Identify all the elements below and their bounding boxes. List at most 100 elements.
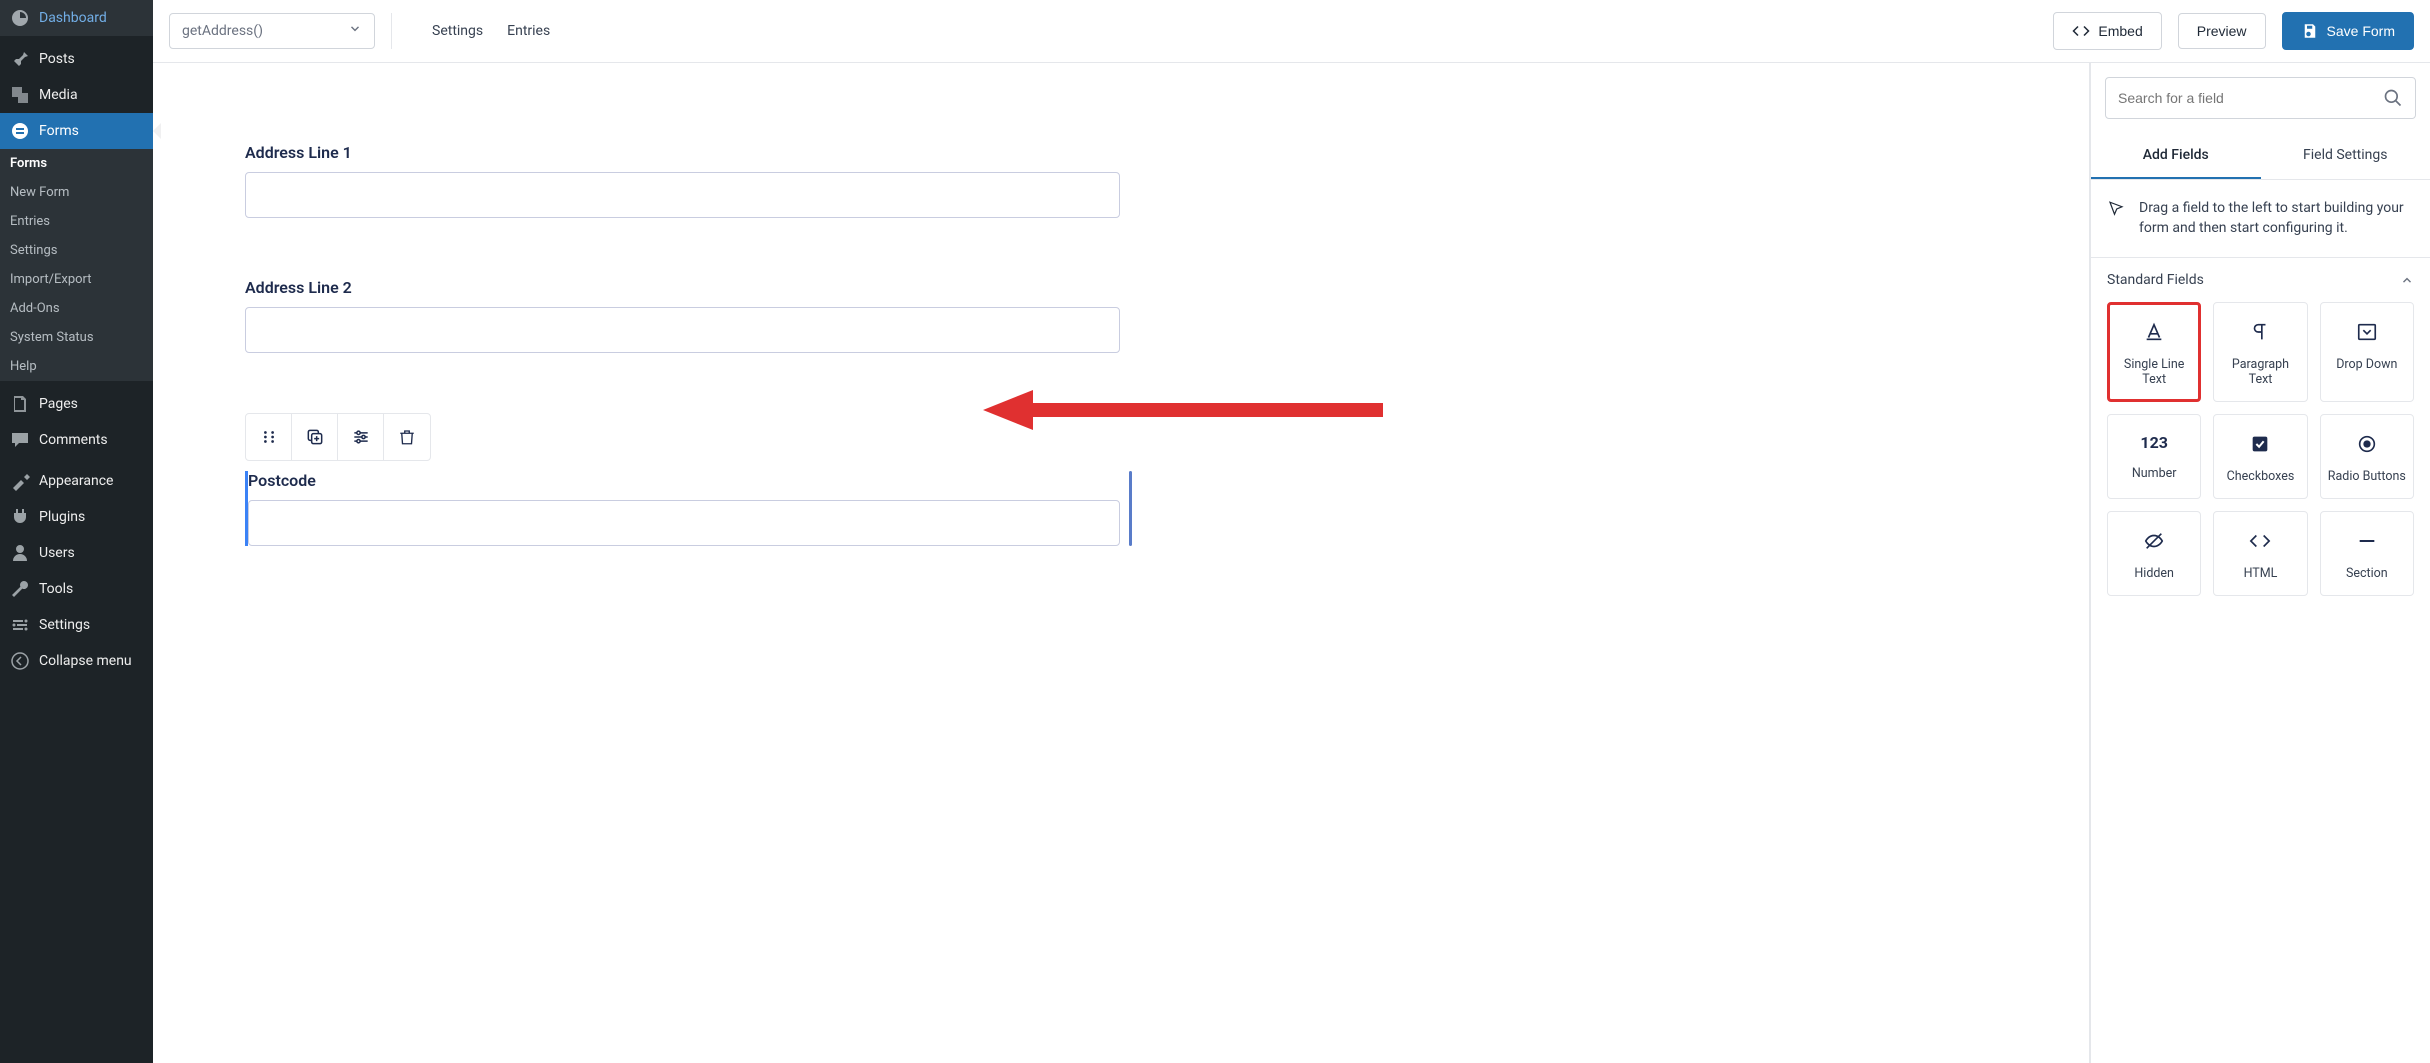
field-card-label: Paragraph Text bbox=[2220, 357, 2300, 387]
field-card-label: Single Line Text bbox=[2114, 357, 2194, 387]
field-type-section[interactable]: Section bbox=[2320, 511, 2414, 596]
code-icon bbox=[2072, 22, 2090, 40]
panel-hint-text: Drag a field to the left to start buildi… bbox=[2139, 198, 2414, 239]
sidebar-item-label: Appearance bbox=[39, 473, 113, 489]
field-toolbar bbox=[245, 413, 431, 461]
save-form-button[interactable]: Save Form bbox=[2282, 12, 2414, 50]
field-label: Postcode bbox=[248, 471, 1120, 490]
wp-admin-sidebar: Dashboard Posts Media Forms Forms New Fo… bbox=[0, 0, 153, 1063]
tools-icon bbox=[10, 579, 30, 599]
sidebar-item-settings[interactable]: Settings bbox=[0, 607, 153, 643]
submenu-item-help[interactable]: Help bbox=[0, 352, 153, 381]
plugins-icon bbox=[10, 507, 30, 527]
search-icon bbox=[2383, 88, 2403, 108]
paragraph-icon bbox=[2249, 321, 2271, 343]
hidden-icon bbox=[2143, 530, 2165, 552]
radio-icon bbox=[2356, 433, 2378, 455]
chevron-up-icon bbox=[2400, 273, 2414, 287]
search-input[interactable] bbox=[2118, 90, 2375, 106]
sidebar-item-comments[interactable]: Comments bbox=[0, 422, 153, 458]
sidebar-item-media[interactable]: Media bbox=[0, 77, 153, 113]
sidebar-item-forms[interactable]: Forms bbox=[0, 113, 153, 149]
save-icon bbox=[2301, 22, 2319, 40]
sidebar-item-pages[interactable]: Pages bbox=[0, 386, 153, 422]
save-label: Save Form bbox=[2327, 23, 2395, 39]
field-input[interactable] bbox=[245, 307, 1120, 353]
embed-label: Embed bbox=[2098, 23, 2142, 39]
tab-add-fields[interactable]: Add Fields bbox=[2091, 133, 2261, 179]
submenu-item-system-status[interactable]: System Status bbox=[0, 323, 153, 352]
sidebar-item-dashboard[interactable]: Dashboard bbox=[0, 0, 153, 36]
form-switcher[interactable]: getAddress() bbox=[169, 13, 375, 49]
field-type-hidden[interactable]: Hidden bbox=[2107, 511, 2201, 596]
preview-label: Preview bbox=[2197, 23, 2247, 39]
submenu-item-new-form[interactable]: New Form bbox=[0, 178, 153, 207]
sidebar-item-label: Tools bbox=[39, 581, 73, 597]
field-address-line-1[interactable]: Address Line 1 bbox=[245, 143, 1120, 218]
section-standard-fields[interactable]: Standard Fields bbox=[2091, 258, 2430, 302]
submenu-item-addons[interactable]: Add-Ons bbox=[0, 294, 153, 323]
topbar-link-entries[interactable]: Entries bbox=[507, 23, 550, 39]
sidebar-item-label: Posts bbox=[39, 51, 75, 67]
main-area: getAddress() Settings Entries Embed Prev… bbox=[153, 0, 2430, 1063]
users-icon bbox=[10, 543, 30, 563]
appearance-icon bbox=[10, 471, 30, 491]
settings-button[interactable] bbox=[338, 414, 384, 460]
field-type-paragraph-text[interactable]: Paragraph Text bbox=[2213, 302, 2307, 402]
field-card-label: Section bbox=[2346, 566, 2388, 581]
sidebar-item-appearance[interactable]: Appearance bbox=[0, 463, 153, 499]
field-type-html[interactable]: HTML bbox=[2213, 511, 2307, 596]
sidebar-item-label: Media bbox=[39, 87, 78, 103]
delete-button[interactable] bbox=[384, 414, 430, 460]
sidebar-item-label: Users bbox=[39, 545, 75, 561]
sidebar-item-plugins[interactable]: Plugins bbox=[0, 499, 153, 535]
field-panel: Add Fields Field Settings Drag a field t… bbox=[2090, 63, 2430, 1063]
settings-icon bbox=[10, 615, 30, 635]
panel-hint: Drag a field to the left to start buildi… bbox=[2091, 180, 2430, 258]
sidebar-item-label: Pages bbox=[39, 396, 78, 412]
sidebar-item-tools[interactable]: Tools bbox=[0, 571, 153, 607]
field-postcode-wrapper[interactable]: Postcode bbox=[245, 413, 1120, 546]
pin-icon bbox=[10, 49, 30, 69]
sidebar-item-posts[interactable]: Posts bbox=[0, 41, 153, 77]
field-address-line-2[interactable]: Address Line 2 bbox=[245, 278, 1120, 353]
submenu-item-settings[interactable]: Settings bbox=[0, 236, 153, 265]
sidebar-item-collapse[interactable]: Collapse menu bbox=[0, 643, 153, 679]
dropdown-icon bbox=[2356, 321, 2378, 343]
pages-icon bbox=[10, 394, 30, 414]
sidebar-item-users[interactable]: Users bbox=[0, 535, 153, 571]
tab-field-settings[interactable]: Field Settings bbox=[2261, 133, 2430, 179]
submenu-item-entries[interactable]: Entries bbox=[0, 207, 153, 236]
embed-button[interactable]: Embed bbox=[2053, 12, 2161, 50]
submenu-item-import-export[interactable]: Import/Export bbox=[0, 265, 153, 294]
field-input[interactable] bbox=[248, 500, 1120, 546]
field-label: Address Line 1 bbox=[245, 143, 1120, 162]
media-icon bbox=[10, 85, 30, 105]
sidebar-item-label: Settings bbox=[39, 617, 90, 633]
field-input[interactable] bbox=[245, 172, 1120, 218]
sidebar-item-label: Forms bbox=[39, 123, 79, 139]
sidebar-item-label: Plugins bbox=[39, 509, 85, 525]
dashboard-icon bbox=[10, 8, 30, 28]
field-card-label: Radio Buttons bbox=[2328, 469, 2406, 484]
number-icon: 123 bbox=[2140, 433, 2168, 452]
drag-handle[interactable] bbox=[246, 414, 292, 460]
field-type-radio-buttons[interactable]: Radio Buttons bbox=[2320, 414, 2414, 499]
forms-icon bbox=[10, 121, 30, 141]
field-type-checkboxes[interactable]: Checkboxes bbox=[2213, 414, 2307, 499]
topbar: getAddress() Settings Entries Embed Prev… bbox=[153, 0, 2430, 63]
preview-button[interactable]: Preview bbox=[2178, 13, 2266, 49]
field-type-drop-down[interactable]: Drop Down bbox=[2320, 302, 2414, 402]
field-card-label: Drop Down bbox=[2336, 357, 2397, 372]
submenu-item-forms[interactable]: Forms bbox=[0, 149, 153, 178]
text-icon bbox=[2143, 321, 2165, 343]
field-card-label: Hidden bbox=[2134, 566, 2174, 581]
field-type-single-line-text[interactable]: Single Line Text bbox=[2107, 302, 2201, 402]
field-search[interactable] bbox=[2105, 77, 2416, 119]
duplicate-button[interactable] bbox=[292, 414, 338, 460]
comments-icon bbox=[10, 430, 30, 450]
form-canvas[interactable]: Address Line 1 Address Line 2 bbox=[153, 63, 2090, 1063]
field-type-number[interactable]: 123 Number bbox=[2107, 414, 2201, 499]
collapse-icon bbox=[10, 651, 30, 671]
topbar-link-settings[interactable]: Settings bbox=[432, 23, 483, 39]
